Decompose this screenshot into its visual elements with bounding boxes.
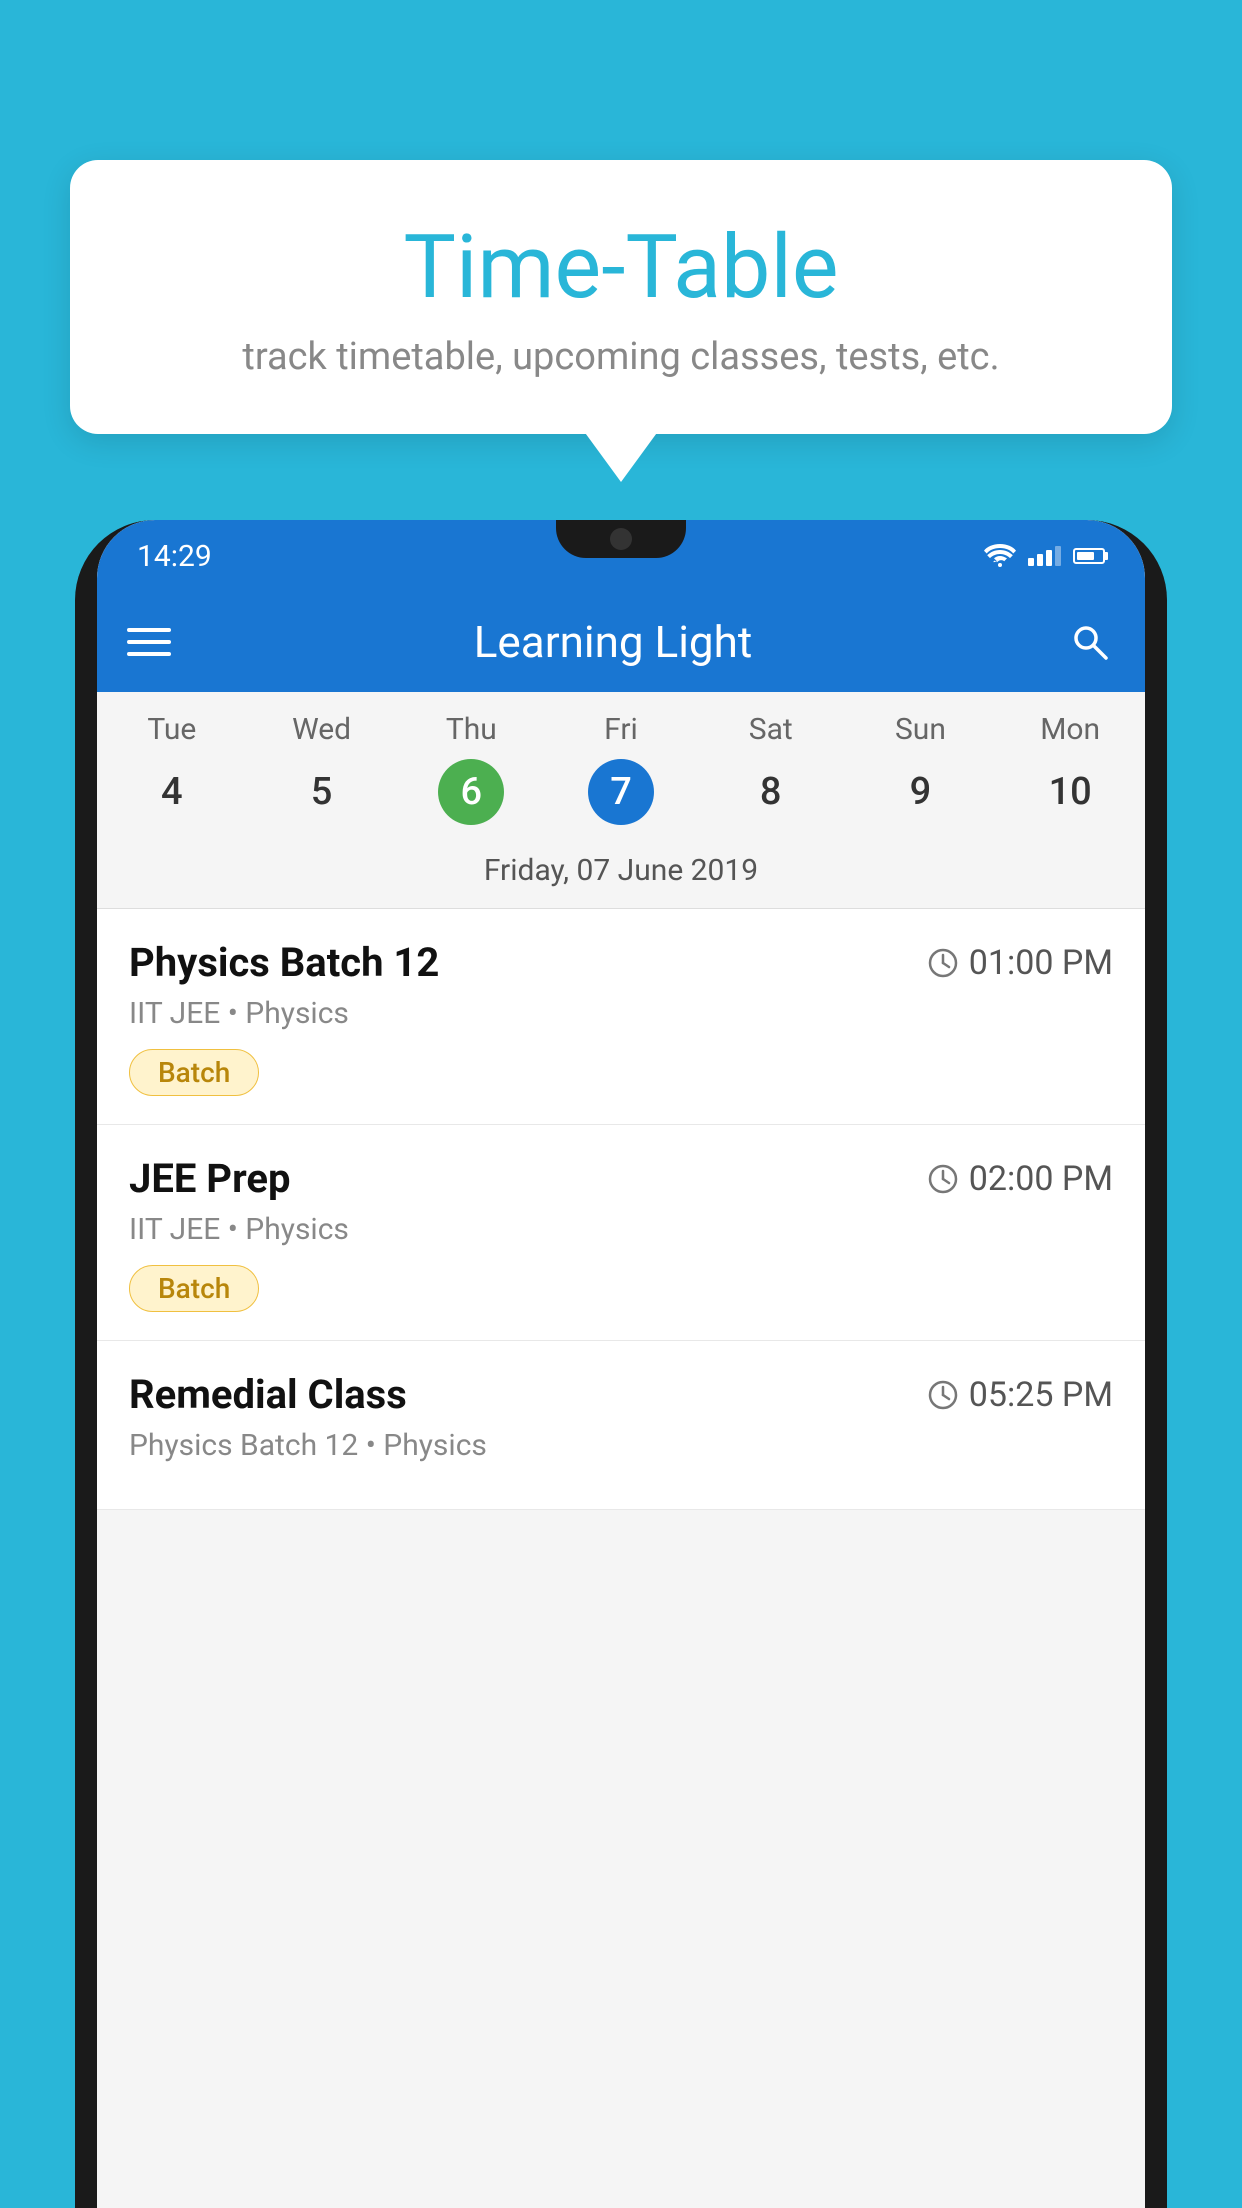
schedule-item-time: 02:00 PM (927, 1159, 1113, 1199)
day-number-label: 8 (738, 759, 804, 825)
wifi-icon (984, 544, 1016, 568)
status-bar: 14:29 (97, 520, 1145, 592)
day-name-label: Sat (749, 712, 793, 747)
day-name-label: Thu (446, 712, 497, 747)
phone-inner: 14:29 (97, 520, 1145, 2208)
notch (556, 520, 686, 558)
day-number-label: 6 (438, 759, 504, 825)
calendar-day-wed[interactable]: Wed 5 (247, 712, 397, 843)
menu-button[interactable] (127, 628, 171, 656)
calendar-day-tue[interactable]: Tue 4 (97, 712, 247, 843)
batch-badge: Batch (129, 1265, 259, 1312)
schedule-item-name: JEE Prep (129, 1155, 290, 1202)
battery-icon (1073, 548, 1105, 564)
day-name-label: Sun (895, 712, 946, 747)
schedule-item-top: JEE Prep 02:00 PM (129, 1155, 1113, 1202)
day-number-label: 4 (139, 759, 205, 825)
app-bar: Learning Light (97, 592, 1145, 692)
signal-icon (1028, 546, 1061, 566)
clock-icon (927, 1163, 959, 1195)
phone-frame: 14:29 (75, 520, 1167, 2208)
status-icons (984, 544, 1105, 568)
calendar-day-fri[interactable]: Fri 7 (546, 712, 696, 843)
day-number-label: 9 (887, 759, 953, 825)
day-number-label: 10 (1037, 759, 1103, 825)
schedule-item-name: Remedial Class (129, 1371, 407, 1418)
battery-fill (1077, 552, 1094, 560)
calendar-week: Tue 4 Wed 5 Thu 6 Fri 7 Sat 8 Sun 9 Mon 10 (97, 692, 1145, 843)
calendar-day-sat[interactable]: Sat 8 (696, 712, 846, 843)
schedule-item[interactable]: Physics Batch 12 01:00 PM IIT JEE • Physi… (97, 909, 1145, 1125)
schedule-item-meta: Physics Batch 12 • Physics (129, 1428, 1113, 1463)
schedule-item-meta: IIT JEE • Physics (129, 996, 1113, 1031)
app-title: Learning Light (171, 616, 1055, 668)
search-button[interactable] (1065, 617, 1115, 667)
calendar-day-thu[interactable]: Thu 6 (396, 712, 546, 843)
day-name-label: Mon (1040, 712, 1100, 747)
status-time: 14:29 (137, 539, 212, 574)
calendar-day-mon[interactable]: Mon 10 (995, 712, 1145, 843)
day-name-label: Wed (292, 712, 351, 747)
batch-badge: Batch (129, 1049, 259, 1096)
schedule-item-time: 01:00 PM (927, 943, 1113, 983)
day-name-label: Tue (147, 712, 196, 747)
camera (610, 528, 632, 550)
day-number-label: 5 (289, 759, 355, 825)
selected-date: Friday, 07 June 2019 (97, 843, 1145, 909)
clock-icon (927, 947, 959, 979)
calendar-day-sun[interactable]: Sun 9 (846, 712, 996, 843)
schedule-item-name: Physics Batch 12 (129, 939, 439, 986)
schedule-item[interactable]: Remedial Class 05:25 PM Physics Batch 12 … (97, 1341, 1145, 1510)
day-number-label: 7 (588, 759, 654, 825)
bubble-subtitle: track timetable, upcoming classes, tests… (120, 335, 1122, 379)
speech-bubble: Time-Table track timetable, upcoming cla… (70, 160, 1172, 434)
bubble-title: Time-Table (120, 220, 1122, 317)
schedule-item-top: Physics Batch 12 01:00 PM (129, 939, 1113, 986)
day-name-label: Fri (604, 712, 638, 747)
schedule-list: Physics Batch 12 01:00 PM IIT JEE • Physi… (97, 909, 1145, 1510)
schedule-item-meta: IIT JEE • Physics (129, 1212, 1113, 1247)
clock-icon (927, 1379, 959, 1411)
schedule-item-time: 05:25 PM (927, 1375, 1113, 1415)
schedule-item[interactable]: JEE Prep 02:00 PM IIT JEE • Physics Batch (97, 1125, 1145, 1341)
schedule-item-top: Remedial Class 05:25 PM (129, 1371, 1113, 1418)
